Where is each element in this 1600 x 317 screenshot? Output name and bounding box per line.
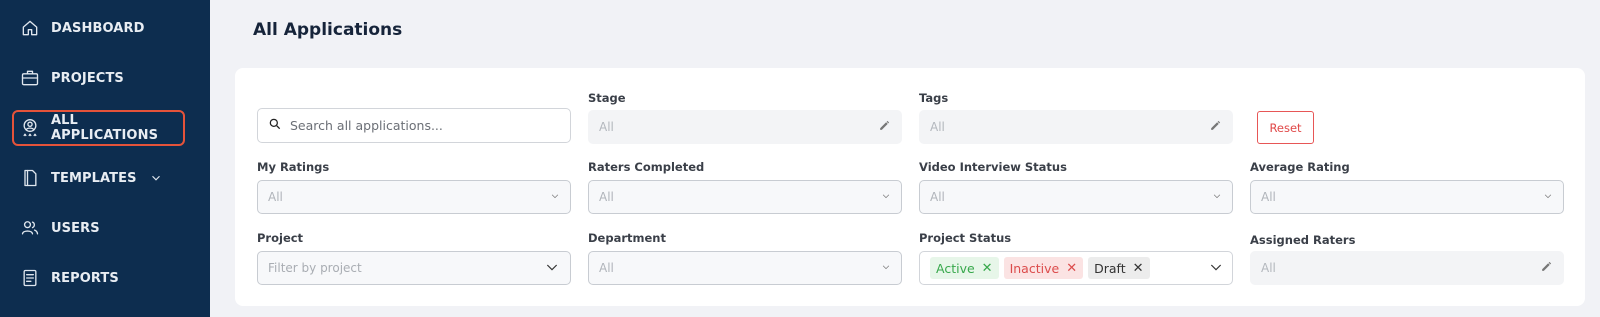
report-icon [20,268,40,288]
project-status-multiselect[interactable]: Active ✕ Inactive ✕ Draft ✕ [919,251,1233,285]
home-icon [20,18,40,38]
briefcase-icon [20,68,40,88]
project-label: Project [257,231,304,245]
chevron-down-icon[interactable] [149,171,163,185]
project-select[interactable]: Filter by project [257,251,571,285]
chevron-down-icon[interactable] [1208,259,1224,278]
reset-button[interactable]: Reset [1257,111,1314,144]
status-chip-active: Active ✕ [930,257,999,279]
stage-value: All [599,120,614,134]
tags-label: Tags [919,91,949,105]
chip-label: Inactive [1009,260,1060,276]
pencil-icon[interactable] [1209,119,1222,135]
video-interview-status-select[interactable]: All [919,180,1233,214]
chevron-down-icon [1543,190,1553,204]
sidebar-item-label: DASHBOARD [51,20,145,36]
sidebar-item-label: REPORTS [51,270,119,286]
pencil-icon[interactable] [1540,260,1553,276]
project-status-label: Project Status [919,231,1012,245]
video-interview-status-label: Video Interview Status [919,160,1067,174]
department-value: All [599,261,614,275]
chip-label: Draft [1094,260,1126,276]
chevron-down-icon [544,259,560,278]
sidebar-item-label: ALL APPLICATIONS [51,113,159,143]
search-icon [268,117,282,134]
stage-label: Stage [588,91,626,105]
users-icon [20,218,40,238]
sidebar-item-users[interactable]: USERS [12,210,185,246]
my-ratings-value: All [268,190,283,204]
assigned-raters-label: Assigned Raters [1250,233,1356,247]
sidebar-item-label: TEMPLATES [51,170,137,186]
close-icon[interactable]: ✕ [1066,262,1077,275]
applicant-icon [20,118,40,138]
search-input[interactable]: Search all applications... [257,108,571,143]
project-placeholder: Filter by project [268,261,362,275]
pencil-icon[interactable] [878,119,891,135]
sidebar-item-dashboard[interactable]: DASHBOARD [12,10,185,46]
raters-completed-select[interactable]: All [588,180,902,214]
sidebar-item-label: USERS [51,220,100,236]
close-icon[interactable]: ✕ [1133,262,1144,275]
raters-completed-value: All [599,190,614,204]
status-chip-inactive: Inactive ✕ [1003,257,1084,279]
video-interview-status-value: All [930,190,945,204]
average-rating-value: All [1261,190,1276,204]
raters-completed-label: Raters Completed [588,160,705,174]
sidebar-item-templates[interactable]: TEMPLATES [12,160,185,196]
chevron-down-icon [881,261,891,275]
close-icon[interactable]: ✕ [982,262,993,275]
sidebar-item-label: PROJECTS [51,70,124,86]
department-label: Department [588,231,666,245]
average-rating-select[interactable]: All [1250,180,1564,214]
my-ratings-label: My Ratings [257,160,330,174]
assigned-raters-field[interactable]: All [1250,251,1564,285]
chevron-down-icon [881,190,891,204]
search-placeholder: Search all applications... [290,118,443,133]
tags-field[interactable]: All [919,110,1233,144]
page-title: All Applications [253,20,403,40]
chip-label: Active [936,260,975,276]
tags-value: All [930,120,945,134]
sidebar-item-all-applications[interactable]: ALL APPLICATIONS [12,110,185,146]
average-rating-label: Average Rating [1250,160,1350,174]
document-icon [20,168,40,188]
assigned-raters-value: All [1261,261,1276,275]
department-select[interactable]: All [588,251,902,285]
project-status-chips: Active ✕ Inactive ✕ Draft ✕ [930,257,1208,279]
chevron-down-icon [550,190,560,204]
chevron-down-icon [1212,190,1222,204]
sidebar: DASHBOARD PROJECTS ALL APPLICATIONS TEMP… [0,0,210,317]
status-chip-draft: Draft ✕ [1088,257,1150,279]
sidebar-item-reports[interactable]: REPORTS [12,260,185,296]
sidebar-item-projects[interactable]: PROJECTS [12,60,185,96]
my-ratings-select[interactable]: All [257,180,571,214]
stage-field[interactable]: All [588,110,902,144]
